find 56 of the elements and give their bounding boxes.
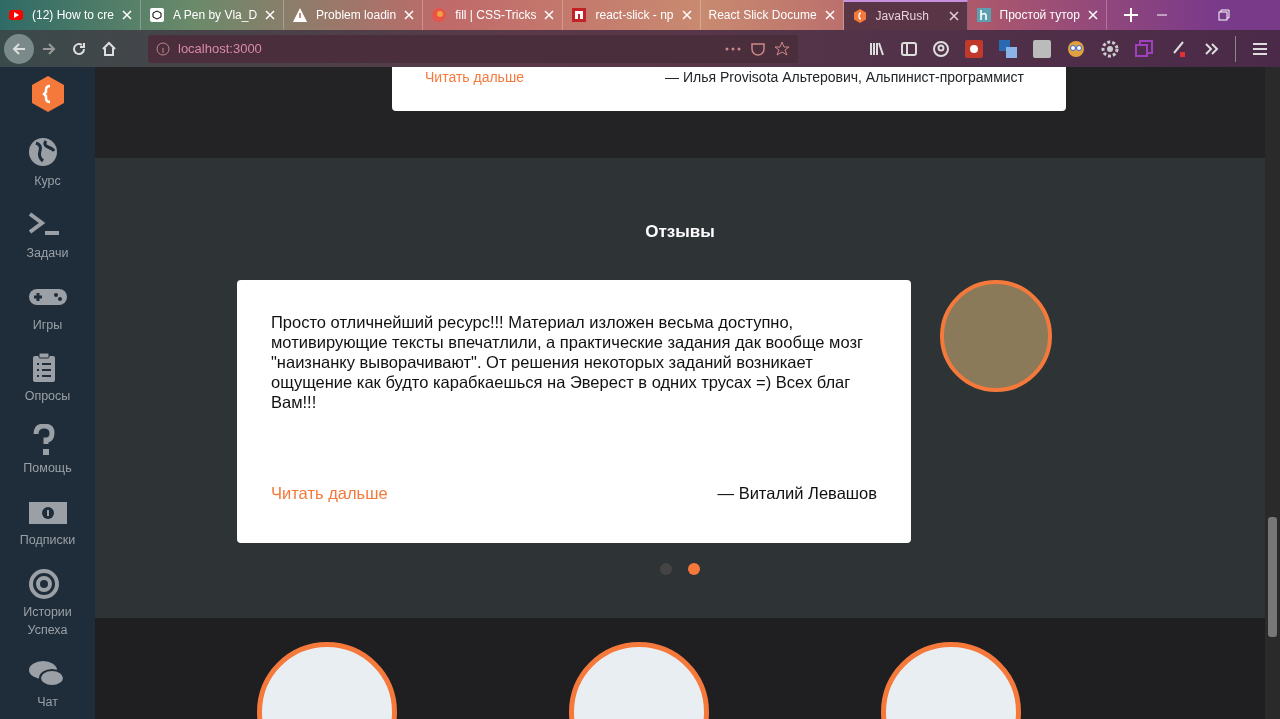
back-arrow-icon [11,40,27,57]
overflow-icon[interactable] [1203,40,1219,57]
tab-title: Простой тутор [999,7,1080,24]
tab-title: A Pen by Vla_D [173,7,258,24]
account-icon[interactable] [933,40,949,57]
logo-icon[interactable] [30,75,65,113]
circle-icon [431,7,448,23]
browser-tab[interactable]: JavaRush [843,0,968,30]
home-icon [101,40,117,57]
info-icon [156,41,170,56]
sidebar-item[interactable]: Помощь [7,416,88,488]
section-title: Отзывы [644,221,716,243]
sidebar-item[interactable]: Курс [7,129,88,201]
sidebar-item[interactable]: Истории Успеха [7,559,88,650]
plus-icon[interactable] [1122,7,1139,23]
address-bar[interactable]: localhost:3000 [148,34,798,63]
letter-icon [975,7,992,23]
review-author: — Виталий Левашов [717,483,877,504]
tab-title: React Slick Docume [708,7,817,24]
tab-title: react-slick - np [595,7,674,24]
translate-icon[interactable] [999,39,1017,58]
reload-icon [71,40,87,57]
review-text: Просто отличнейший ресурс!!! Материал изложен весьма доступно, мотивирующие тексты впечатлили, а практические задания дак вообще мозг "наизнанку выворачивают". От решения некоторых заданий возникает ощущение как будто карабкаешься на Эверест в одних трусах =) Всех благ Вам!!! [271,312,864,413]
gear-icon[interactable] [1101,39,1119,58]
square-icon [571,7,588,23]
extension-icon[interactable] [1033,39,1051,58]
sidebar-item[interactable]: Чат [7,650,88,719]
scrollbar[interactable] [1265,67,1280,719]
back-button[interactable] [4,33,34,64]
tab-title: Problem loadin [316,7,397,24]
review-author: — Илья Provisota Альтерович, Альпинист-программист [665,68,1024,87]
restore-icon[interactable] [1216,8,1231,22]
tab-title: (12) How to cre [32,7,115,24]
brace-icon [851,8,868,24]
library-icon[interactable] [869,40,885,57]
menu-icon[interactable] [1252,40,1268,57]
sidebar-item[interactable]: Подписки [7,487,88,560]
face-icon[interactable] [1067,39,1085,58]
read-more-link[interactable]: Читать дальше [271,483,388,504]
sidebar-item[interactable]: Опросы [7,344,88,416]
address-text: localhost:3000 [178,39,263,58]
warning-icon [292,7,309,23]
cube-icon [149,7,166,23]
extension-icon[interactable] [965,39,983,58]
video-icon [8,7,24,23]
forward-arrow-icon [41,40,57,57]
sidebar-item[interactable]: Игры [7,272,88,345]
star-icon[interactable] [774,40,790,57]
read-more-link[interactable]: Читать дальше [425,67,524,88]
tab-title: fill | CSS-Tricks [455,7,537,24]
close-icon[interactable] [948,11,959,21]
tab-title: JavaRush [875,8,930,25]
sidebar-item[interactable]: Задачи [7,200,88,273]
slider-dot[interactable] [688,563,700,576]
sidebar-icon[interactable] [901,40,917,57]
pocket-icon[interactable] [750,40,766,57]
